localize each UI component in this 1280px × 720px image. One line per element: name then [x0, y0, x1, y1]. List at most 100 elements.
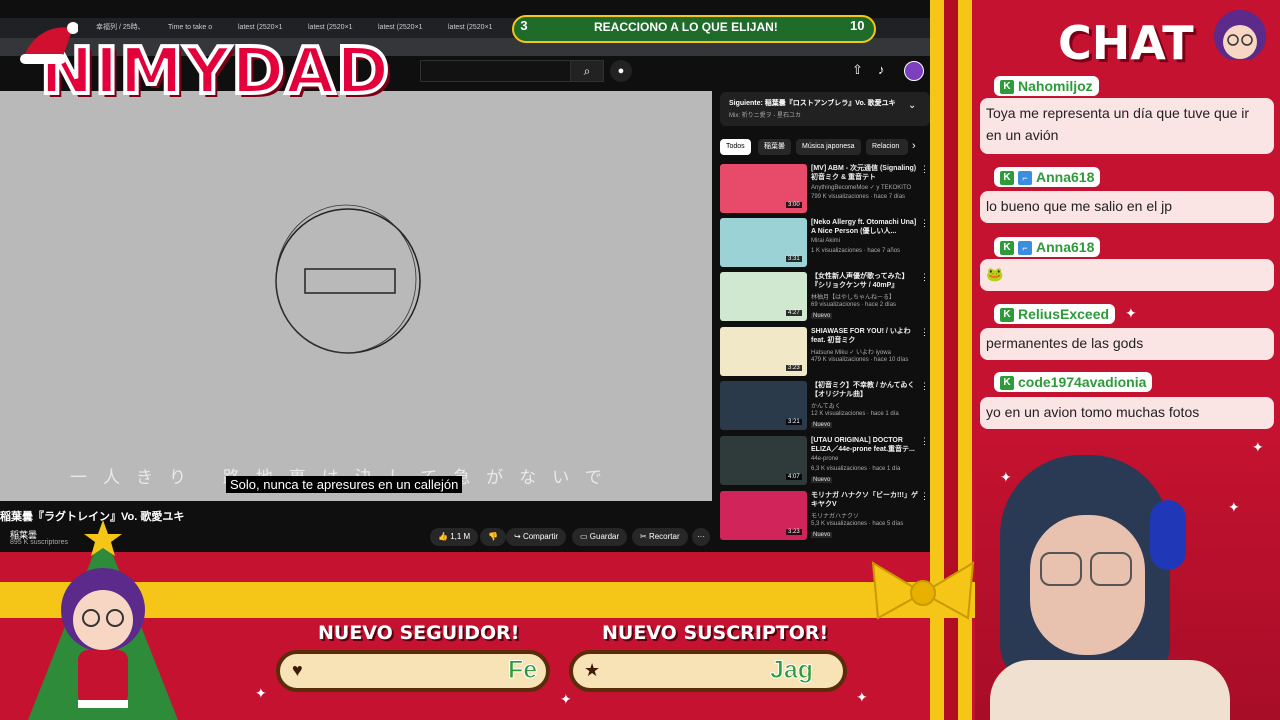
thumbs-up-icon: 👍 — [438, 532, 448, 541]
video-title[interactable]: モリナガ ハナクソ「ビーカ!!!」ゲキヤクV — [811, 491, 919, 509]
chat-username[interactable]: K ReliusExceed — [994, 304, 1116, 324]
more-vert-icon[interactable]: ⋮ — [920, 327, 929, 338]
banner-end-number: 10 — [850, 18, 865, 33]
more-vert-icon[interactable]: ⋮ — [920, 218, 929, 229]
new-follower-label: NUEVO SEGUIDOR! — [318, 622, 520, 644]
clip-label: Recortar — [648, 532, 680, 541]
video-duration: 3:31 — [786, 256, 802, 262]
dislike-button[interactable]: 👎 — [480, 528, 506, 546]
avatar[interactable] — [904, 61, 924, 81]
chip-todos[interactable]: Todos — [720, 139, 751, 155]
recommended-video[interactable]: 3:23 SHIAWASE FOR YOU! / いよわ feat. 初音ミク Ha… — [720, 327, 930, 377]
channel-name[interactable]: AnythingBecomeMoe ✓ y TEKOKITO — [811, 184, 911, 191]
channel-name[interactable]: 44e-prone — [811, 456, 838, 462]
video-meta: 5,3 K visualizaciones · hace 5 días — [811, 521, 904, 527]
channel-name[interactable]: モリナガハナクソ — [811, 511, 859, 520]
sparkle-icon: ✦ — [856, 690, 868, 706]
video-meta: 69 visualizaciones · hace 2 días — [811, 302, 897, 308]
chat-message: 🐸 — [980, 259, 1274, 291]
video-duration: 3:00 — [786, 202, 802, 208]
chip-japanese-music[interactable]: Música japonesa — [796, 139, 861, 155]
browser-tab[interactable]: 幸福列 / 25時、 — [96, 20, 162, 36]
recommended-video[interactable]: 3:23 モリナガ ハナクソ「ビーカ!!!」ゲキヤクV モリナガハナクソ 5,3 K … — [720, 491, 930, 541]
streamer-body — [990, 660, 1230, 720]
platform-badge-icon: ⌐ — [1018, 241, 1032, 256]
more-vert-icon[interactable]: ⋮ — [920, 272, 929, 283]
new-badge: Nuevo — [811, 532, 833, 538]
video-meta: 6,3 K visualizaciones · hace 1 día — [811, 466, 901, 472]
upload-icon[interactable]: ⇧ — [852, 62, 863, 78]
channel-name[interactable]: Hatsune Miku ✓ いよわ iyowa — [811, 347, 891, 356]
chip-related[interactable]: Relacion — [866, 139, 908, 155]
search-input[interactable] — [420, 60, 572, 82]
share-button[interactable]: ↪ Compartir — [506, 528, 567, 546]
channel-name[interactable]: かんてゐく — [811, 401, 841, 410]
recommended-video[interactable]: 4:27 【女性新人声優が歌ってみた】『シリョクケンサ / 40mP』林柚月【はや… — [720, 272, 930, 322]
browser-tab[interactable]: latest (2520×1 — [308, 20, 364, 36]
mic-icon[interactable]: ● — [610, 60, 632, 82]
new-subscriber-name: Jag — [769, 656, 814, 685]
chevron-right-icon[interactable]: › — [912, 140, 916, 152]
video-duration: 4:27 — [786, 310, 802, 316]
new-subscriber-label: NUEVO SUSCRIPTOR! — [602, 622, 829, 644]
heart-icon: ♥ — [292, 660, 303, 680]
recommended-video[interactable]: 4:07 [UTAU ORIGINAL] DOCTOR ELIZA／44e-pro… — [720, 436, 930, 486]
video-player[interactable] — [0, 91, 712, 501]
channel-name[interactable]: 林柚月【はやしちゃんねーる】 — [811, 292, 895, 301]
recommended-video[interactable]: 3:00 [MV] ABM - 次元通信 (Signaling) 初音ミク & 重… — [720, 164, 930, 214]
chat-message: Toya me representa un día que tuve que i… — [980, 98, 1274, 154]
video-title[interactable]: 【女性新人声優が歌ってみた】『シリョクケンサ / 40mP』 — [811, 272, 919, 290]
kick-badge-icon: K — [1000, 308, 1014, 323]
chat-title: CHAT — [1058, 16, 1194, 70]
new-badge: Nuevo — [811, 313, 833, 319]
chat-username[interactable]: K Nahomiljoz — [994, 76, 1099, 96]
video-title[interactable]: 【初音ミク】不幸教 / かんてゐく【オリジナル曲】 — [811, 381, 919, 399]
more-vert-icon[interactable]: ⋮ — [920, 164, 929, 175]
save-label: Guardar — [589, 532, 620, 541]
more-vert-icon[interactable]: ⋮ — [920, 436, 929, 447]
platform-badge-icon: ⌐ — [1018, 171, 1032, 186]
channel-name[interactable]: Mirai Akimi — [811, 238, 840, 244]
gift-bow-icon — [871, 561, 975, 620]
more-vert-icon[interactable]: ⋮ — [920, 381, 929, 392]
clip-button[interactable]: ✂ Recortar — [632, 528, 688, 546]
chibi-avatar-icon — [1214, 10, 1266, 80]
browser-tab[interactable]: Time to take o — [168, 20, 224, 36]
sparkle-icon: ✦ — [560, 692, 572, 708]
video-title[interactable]: [UTAU ORIGINAL] DOCTOR ELIZA／44e-prone f… — [811, 436, 919, 454]
bell-icon[interactable]: ♪ — [878, 62, 885, 77]
search-icon[interactable]: ⌕ — [570, 60, 604, 82]
sparkle-icon: ✦ — [1000, 470, 1012, 486]
chevron-down-icon[interactable]: ⌄ — [908, 100, 916, 111]
chip-inabakumori[interactable]: 稲葉曇 — [758, 139, 791, 155]
like-count: 1,1 M — [450, 532, 471, 541]
chat-username[interactable]: K ⌐ Anna618 — [994, 237, 1101, 257]
chat-username[interactable]: K ⌐ Anna618 — [994, 167, 1101, 187]
chat-message: yo en un avion tomo muchas fotos — [980, 397, 1274, 429]
browser-tab[interactable]: latest (2520×1 — [238, 20, 294, 36]
new-badge: Nuevo — [811, 477, 833, 483]
like-button[interactable]: 👍 1,1 M — [430, 528, 479, 546]
video-subtitle: Solo, nunca te apresures en un callejón — [226, 476, 463, 493]
video-title[interactable]: SHIAWASE FOR YOU! / いよわ feat. 初音ミク — [811, 327, 919, 345]
share-icon: ↪ — [514, 532, 521, 541]
more-button[interactable]: ··· — [692, 528, 710, 546]
save-button[interactable]: ▭ Guardar — [572, 528, 628, 546]
browser-tab[interactable]: latest (2520×1 — [448, 20, 504, 36]
more-vert-icon[interactable]: ⋮ — [920, 491, 929, 502]
chat-username[interactable]: Kcode1974avadionia — [994, 372, 1153, 392]
browser-tab[interactable]: latest (2520×1 — [378, 20, 434, 36]
sparkle-icon: ✦ — [255, 686, 267, 702]
up-next-subtitle: Mix: 祈りニ愛ヲ - 星石ユカ — [729, 113, 801, 119]
sparkle-icon: ✦ — [1125, 306, 1137, 322]
video-title[interactable]: [Neko Allergy ft. Otomachi Una] A Nice P… — [811, 218, 919, 236]
new-follower-name: Fe — [507, 656, 538, 685]
video-title[interactable]: [MV] ABM - 次元通信 (Signaling) 初音ミク & 重音テト — [811, 164, 919, 182]
recommended-video[interactable]: 3:21 【初音ミク】不幸教 / かんてゐく【オリジナル曲】 かんてゐく 12 K v… — [720, 381, 930, 431]
banner-text: REACCIONO A LO QUE ELIJAN! — [594, 20, 778, 34]
video-meta: 12 K visualizaciones · hace 1 día — [811, 411, 899, 417]
bookmark-icon: ▭ — [580, 532, 588, 541]
recommended-video[interactable]: 3:31 [Neko Allergy ft. Otomachi Una] A Ni… — [720, 218, 930, 268]
chat-message: lo bueno que me salio en el jp — [980, 191, 1274, 223]
glasses-icon — [1040, 552, 1082, 586]
